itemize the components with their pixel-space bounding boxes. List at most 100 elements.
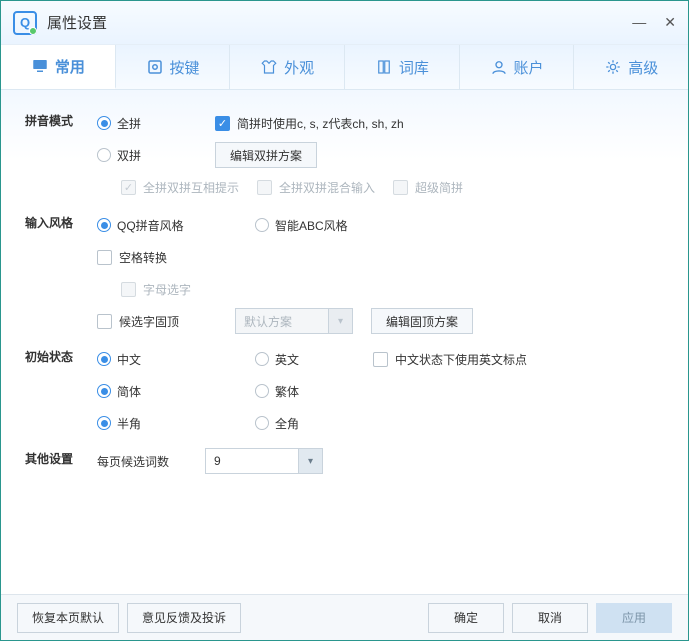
radio-bullet-icon bbox=[255, 352, 269, 366]
radio-label: 智能ABC风格 bbox=[275, 217, 348, 234]
checkbox-label: 空格转换 bbox=[119, 249, 167, 266]
radio-label: 简体 bbox=[117, 383, 141, 400]
radio-label: 全角 bbox=[275, 415, 299, 432]
tab-label: 账户 bbox=[514, 57, 544, 78]
checkbox-space-convert[interactable]: 空格转换 bbox=[97, 249, 167, 266]
tab-label: 外观 bbox=[284, 57, 314, 78]
section-initial-state: 初始状态 中文 英文 中文状态下使用英文标点 简体 bbox=[25, 344, 664, 440]
checkbox-box-icon bbox=[257, 180, 272, 195]
checkbox-box-icon bbox=[373, 352, 388, 367]
section-heading: 输入风格 bbox=[25, 210, 97, 338]
radio-label: 双拼 bbox=[117, 147, 141, 164]
tab-general[interactable]: 常用 bbox=[1, 45, 116, 89]
section-heading: 初始状态 bbox=[25, 344, 97, 440]
apply-button[interactable]: 应用 bbox=[596, 603, 672, 633]
radio-bullet-icon bbox=[97, 116, 111, 130]
section-heading: 其他设置 bbox=[25, 446, 97, 478]
checkbox-box-icon bbox=[97, 250, 112, 265]
section-pinyin-mode: 拼音模式 全拼 简拼时使用c, s, z代表ch, sh, zh 双拼 编辑双拼… bbox=[25, 108, 664, 204]
radio-fullwidth[interactable]: 全角 bbox=[255, 415, 355, 432]
checkbox-letter-select: 字母选字 bbox=[121, 281, 191, 298]
footer-bar: 恢复本页默认 意见反馈及投诉 确定 取消 应用 bbox=[1, 594, 688, 640]
radio-simplified[interactable]: 简体 bbox=[97, 383, 237, 400]
edit-shuangpin-button[interactable]: 编辑双拼方案 bbox=[215, 142, 317, 168]
tab-lexicon[interactable]: 词库 bbox=[345, 45, 460, 89]
checkbox-mix-input: 全拼双拼混合输入 bbox=[257, 179, 375, 196]
minimize-button[interactable]: — bbox=[632, 14, 646, 31]
radio-halfwidth[interactable]: 半角 bbox=[97, 415, 237, 432]
checkbox-fuzzy-csz[interactable]: 简拼时使用c, s, z代表ch, sh, zh bbox=[215, 115, 404, 132]
checkbox-super-simple: 超级简拼 bbox=[393, 179, 463, 196]
settings-content: 拼音模式 全拼 简拼时使用c, s, z代表ch, sh, zh 双拼 编辑双拼… bbox=[1, 90, 688, 595]
tab-label: 按键 bbox=[170, 57, 200, 78]
tab-label: 词库 bbox=[399, 57, 429, 78]
tab-account[interactable]: 账户 bbox=[460, 45, 575, 89]
checkbox-label: 字母选字 bbox=[143, 281, 191, 298]
checkbox-hint-mix: 全拼双拼互相提示 bbox=[121, 179, 239, 196]
checkbox-label: 全拼双拼互相提示 bbox=[143, 179, 239, 196]
window-title: 属性设置 bbox=[47, 12, 632, 33]
tab-label: 高级 bbox=[628, 57, 658, 78]
ok-button[interactable]: 确定 bbox=[428, 603, 504, 633]
feedback-button[interactable]: 意见反馈及投诉 bbox=[127, 603, 241, 633]
radio-bullet-icon bbox=[97, 218, 111, 232]
chevron-down-icon: ▾ bbox=[328, 309, 352, 333]
edit-fixed-scheme-button[interactable]: 编辑固顶方案 bbox=[371, 308, 473, 334]
checkbox-label: 简拼时使用c, s, z代表ch, sh, zh bbox=[237, 115, 404, 132]
user-icon bbox=[490, 58, 508, 76]
radio-bullet-icon bbox=[255, 416, 269, 430]
radio-label: 全拼 bbox=[117, 115, 141, 132]
book-icon bbox=[375, 58, 393, 76]
tab-appearance[interactable]: 外观 bbox=[230, 45, 345, 89]
radio-bullet-icon bbox=[255, 218, 269, 232]
select-candidates-per-page[interactable]: 9 ▾ bbox=[205, 448, 323, 474]
window-controls: — ✕ bbox=[632, 14, 676, 31]
gear-icon bbox=[604, 58, 622, 76]
radio-bullet-icon bbox=[255, 384, 269, 398]
tab-advanced[interactable]: 高级 bbox=[574, 45, 688, 89]
radio-abc-style[interactable]: 智能ABC风格 bbox=[255, 217, 355, 234]
checkbox-box-icon bbox=[215, 116, 230, 131]
radio-label: 繁体 bbox=[275, 383, 299, 400]
radio-shuangpin[interactable]: 双拼 bbox=[97, 147, 197, 164]
tab-label: 常用 bbox=[55, 56, 85, 77]
chevron-down-icon: ▾ bbox=[298, 449, 322, 473]
select-value: 默认方案 bbox=[236, 313, 328, 330]
radio-qq-style[interactable]: QQ拼音风格 bbox=[97, 217, 237, 234]
checkbox-label: 中文状态下使用英文标点 bbox=[395, 351, 527, 368]
tab-keys[interactable]: 按键 bbox=[116, 45, 231, 89]
checkbox-label: 全拼双拼混合输入 bbox=[279, 179, 375, 196]
app-icon: Q bbox=[13, 11, 37, 35]
checkbox-candidate-fix[interactable]: 候选字固顶 bbox=[97, 313, 217, 330]
radio-bullet-icon bbox=[97, 416, 111, 430]
radio-quanpin[interactable]: 全拼 bbox=[97, 115, 197, 132]
checkbox-label: 超级简拼 bbox=[415, 179, 463, 196]
radio-bullet-icon bbox=[97, 352, 111, 366]
checkbox-box-icon bbox=[393, 180, 408, 195]
tab-bar: 常用 按键 外观 词库 账户 高级 bbox=[1, 45, 688, 90]
checkbox-english-punct[interactable]: 中文状态下使用英文标点 bbox=[373, 351, 527, 368]
radio-bullet-icon bbox=[97, 384, 111, 398]
radio-traditional[interactable]: 繁体 bbox=[255, 383, 355, 400]
checkbox-label: 候选字固顶 bbox=[119, 313, 179, 330]
section-other: 其他设置 每页候选词数 9 ▾ bbox=[25, 446, 664, 478]
checkbox-box-icon bbox=[121, 282, 136, 297]
close-button[interactable]: ✕ bbox=[664, 14, 676, 31]
select-default-scheme: 默认方案 ▾ bbox=[235, 308, 353, 334]
checkbox-box-icon bbox=[97, 314, 112, 329]
radio-label: 中文 bbox=[117, 351, 141, 368]
radio-label: 英文 bbox=[275, 351, 299, 368]
select-value: 9 bbox=[206, 454, 298, 468]
radio-chinese[interactable]: 中文 bbox=[97, 351, 237, 368]
titlebar: Q 属性设置 — ✕ bbox=[1, 1, 688, 45]
radio-english[interactable]: 英文 bbox=[255, 351, 355, 368]
cancel-button[interactable]: 取消 bbox=[512, 603, 588, 633]
key-icon bbox=[146, 58, 164, 76]
radio-label: 半角 bbox=[117, 415, 141, 432]
section-heading: 拼音模式 bbox=[25, 108, 97, 204]
tshirt-icon bbox=[260, 58, 278, 76]
checkbox-box-icon bbox=[121, 180, 136, 195]
section-input-style: 输入风格 QQ拼音风格 智能ABC风格 空格转换 bbox=[25, 210, 664, 338]
restore-defaults-button[interactable]: 恢复本页默认 bbox=[17, 603, 119, 633]
radio-bullet-icon bbox=[97, 148, 111, 162]
